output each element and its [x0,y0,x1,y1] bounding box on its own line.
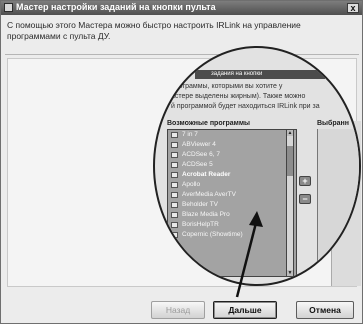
program-label: 7 in 7 [182,131,198,138]
back-button[interactable]: Назад [151,301,205,319]
program-list-item[interactable]: ACDSee 6, 7 [168,150,296,160]
program-label: Apollo [182,181,201,188]
description-line: астере выделены жирным). Также можно [171,93,306,100]
program-icon [171,222,178,228]
selected-programs-list[interactable] [317,129,359,277]
wizard-window: Мастер настройки заданий на кнопки пульт… [0,0,363,324]
program-icon [171,232,178,238]
list-scrollbar[interactable]: ▲ ▼ [286,129,294,277]
description-line: й программой будет находиться IRLink при… [171,103,320,110]
available-programs-label: Возможные программы [167,120,251,127]
close-button[interactable]: x [347,3,359,13]
cancel-button[interactable]: Отмена [296,301,354,319]
description-line: программы, которыми вы хотите у [171,83,283,90]
program-icon [171,192,178,198]
window-title: Мастер настройки заданий на кнопки пульт… [16,2,216,12]
magnified-description: программы, которыми вы хотите у астере в… [171,82,359,112]
program-list-item[interactable]: Acrobat Reader [168,170,296,180]
program-label: ACDSee 5 [182,161,213,168]
program-list-item[interactable]: 7 in 7 [168,130,296,140]
program-list-item[interactable]: AverMedia AverTV [168,190,296,200]
program-label: Acrobat Reader [182,171,231,178]
intro-text: С помощью этого Мастера можно быстро нас… [7,20,301,41]
program-icon [171,132,178,138]
program-label: ACDSee 6, 7 [182,151,220,158]
program-icon [171,162,178,168]
program-icon [171,202,178,208]
add-program-button[interactable]: + [299,176,311,186]
title-bar[interactable]: Мастер настройки заданий на кнопки пульт… [1,1,362,15]
program-icon [171,212,178,218]
program-label: ABViewer 4 [182,141,216,148]
program-icon [171,142,178,148]
program-icon [171,152,178,158]
program-label: Beholder TV [182,201,219,208]
program-list-item[interactable]: Apollo [168,180,296,190]
program-list-item[interactable]: ACDSee 5 [168,160,296,170]
next-button[interactable]: Дальше [213,301,277,319]
pointer-arrow-icon [235,211,263,298]
scroll-up-arrow-icon[interactable]: ▲ [287,130,293,136]
program-icon [171,172,178,178]
program-label: BorisHelpTR [182,221,219,228]
program-label: AverMedia AverTV [182,191,236,198]
remove-program-button[interactable]: − [299,194,311,204]
magnified-header: задания на кнопки [195,70,325,79]
program-list-item[interactable]: ABViewer 4 [168,140,296,150]
selected-programs-label: Выбранн [317,120,349,127]
scroll-down-arrow-icon[interactable]: ▼ [287,270,293,276]
program-icon [171,182,178,188]
scroll-thumb[interactable] [287,146,293,176]
app-icon [4,3,13,12]
program-label: Blaze Media Pro [182,211,230,218]
